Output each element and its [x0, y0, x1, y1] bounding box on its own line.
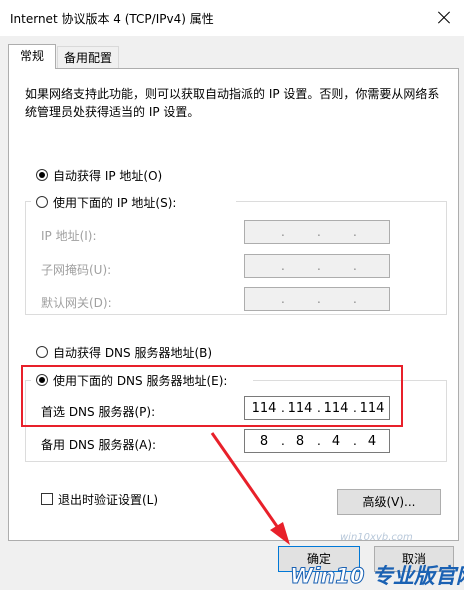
tab-general[interactable]: 常规 [8, 44, 56, 69]
general-panel: 如果网络支持此功能，则可以获取自动指派的 IP 设置。否则，你需要从网络系统管理… [8, 68, 459, 541]
description-text: 如果网络支持此功能，则可以获取自动指派的 IP 设置。否则，你需要从网络系统管理… [25, 87, 440, 119]
alternate-dns-field[interactable]: 8 . 8 . 4 . 4 [244, 429, 390, 453]
window-title: Internet 协议版本 4 (TCP/IPv4) 属性 [10, 12, 214, 26]
default-gateway-label: 默认网关(D): [41, 296, 112, 310]
ip-auto-label: 自动获得 IP 地址(O) [53, 169, 163, 183]
alternate-dns-label: 备用 DNS 服务器(A): [41, 438, 157, 452]
watermark-logo: Win10 专业版官网 [290, 564, 464, 589]
validate-on-exit-label: 退出时验证设置(L) [58, 493, 159, 507]
ip-address-field[interactable]: . . . [244, 220, 390, 244]
ip-manual-radio[interactable] [36, 196, 48, 208]
default-gateway-field[interactable]: . . . [244, 287, 390, 311]
ip-auto-radio[interactable] [36, 169, 48, 181]
advanced-button[interactable]: 高级(V)... [337, 489, 441, 515]
subnet-mask-field[interactable]: . . . [244, 254, 390, 278]
ip-manual-label: 使用下面的 IP 地址(S): [53, 196, 177, 210]
watermark-url: win10xvb.com [340, 532, 413, 543]
dns-auto-label: 自动获得 DNS 服务器地址(B) [53, 346, 213, 360]
subnet-mask-label: 子网掩码(U): [41, 263, 112, 277]
ip-address-label: IP 地址(I): [41, 229, 97, 243]
title-bar: Internet 协议版本 4 (TCP/IPv4) 属性 [0, 0, 464, 36]
dns-highlight-box [21, 365, 403, 427]
dns-auto-radio[interactable] [36, 346, 48, 358]
validate-on-exit-checkbox[interactable] [41, 493, 53, 505]
tab-alternate-config[interactable]: 备用配置 [57, 46, 119, 69]
close-icon[interactable] [430, 4, 458, 32]
